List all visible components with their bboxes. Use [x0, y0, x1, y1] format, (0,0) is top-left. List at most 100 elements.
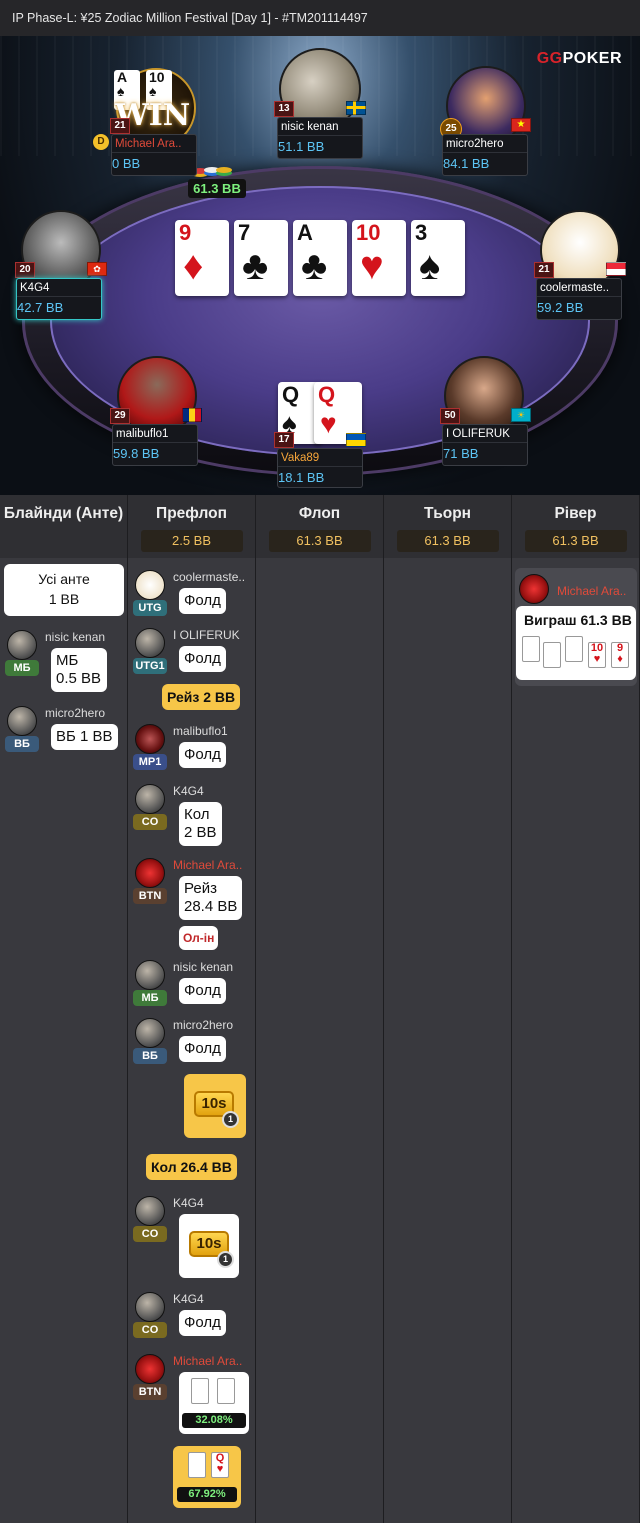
pot-chips-icon	[192, 167, 232, 177]
oliferuk-stack: 71 BB	[443, 446, 479, 461]
mp1-position-badge: MP1	[133, 754, 167, 770]
preflop-column: UTG coolermaste.. Фолд UTG1 I OLIFERUK Ф…	[128, 558, 256, 1523]
hand-history: Блайнди (Анте) Префлоп 2.5 BB Флоп 61.3 BB…	[0, 495, 640, 1523]
board-card-1: 9 ♦	[175, 220, 229, 296]
co-action: Кол 2 BB	[179, 802, 222, 846]
pot-amount: 61.3 BB	[188, 179, 246, 198]
oliferuk-nameplate: I OLIFERUK 71 BB	[442, 424, 528, 466]
community-cards: 9 ♦ 7 ♣ A ♣ 10 ♥ 3 ♠	[175, 220, 465, 296]
club-suit-icon: ♣	[242, 244, 269, 288]
btn-position-badge: BTN	[133, 888, 167, 904]
oliferuk-level: 50	[440, 408, 460, 424]
sb-player-name-preflop: nisic kenan	[173, 960, 234, 974]
co-avatar-3	[135, 1292, 165, 1322]
michael-stack: 0 BB	[112, 156, 141, 171]
diamond-suit-icon: ♦	[183, 244, 204, 288]
btn-player-name: Michael Ara..	[173, 858, 243, 872]
river-card-5: 9 ♦	[611, 642, 629, 668]
sb-position-badge: МБ	[5, 660, 39, 676]
ukraine-flag-icon	[346, 433, 366, 447]
column-turn-header: Тьорн 61.3 BB	[384, 495, 512, 558]
bb-player-name: micro2hero	[45, 706, 106, 720]
vaka-nameplate: Vaka89 18.1 BB	[277, 448, 363, 488]
ante-bubble: Усі анте 1 BB	[4, 564, 124, 616]
column-blinds-header: Блайнди (Анте)	[0, 495, 128, 558]
oliferuk-name: I OLIFERUK	[443, 425, 527, 443]
time-bank-count: 1	[222, 1111, 239, 1128]
hero-raise-action: Рейз 2 BB	[162, 684, 241, 710]
k4g4-name: K4G4	[17, 279, 101, 297]
hero-showdown-card-1: Q ♠	[188, 1452, 206, 1478]
vaka-level: 17	[274, 432, 294, 448]
malibuflo1-stack: 59.8 BB	[113, 446, 160, 461]
winner-amount: Виграш 61.3 BB	[524, 612, 632, 628]
co-fold-action: Фолд	[179, 1310, 226, 1336]
k4g4-stack: 42.7 BB	[17, 300, 64, 315]
spade-suit-icon: ♠	[419, 244, 441, 288]
utg1-player-name: I OLIFERUK	[173, 628, 240, 642]
coolermaste-level: 21	[534, 262, 554, 278]
dealer-button-icon: D	[93, 134, 109, 150]
btn-player-name-2: Michael Ara..	[173, 1354, 243, 1368]
vaka-name: Vaka89	[278, 449, 362, 467]
hong-kong-flag-icon: ✿	[87, 262, 107, 276]
co-player-name: K4G4	[173, 784, 204, 798]
bb-player-name-preflop: micro2hero	[173, 1018, 234, 1032]
utg1-avatar	[135, 628, 165, 658]
river-card-3: 10 ♠	[565, 636, 583, 662]
sb-player-name: nisic kenan	[45, 630, 106, 644]
heart-suit-icon: ♥	[360, 244, 384, 288]
heart-suit-icon: ♥	[320, 408, 337, 439]
co-position-badge-3: CO	[133, 1322, 167, 1338]
bb-avatar	[7, 706, 37, 736]
micro2hero-stack: 84.1 BB	[443, 156, 490, 171]
ggpoker-logo: GGPOKER	[536, 50, 622, 67]
btn-position-badge-2: BTN	[133, 1384, 167, 1400]
btn-showdown-card-2: 10 ♠	[217, 1378, 235, 1404]
nisic-level: 13	[274, 101, 294, 117]
btn-equity: 32.08%	[182, 1413, 246, 1428]
michael-nameplate: Michael Ara.. 0 BB	[111, 134, 197, 176]
michael-name: Michael Ara..	[112, 135, 196, 153]
hero-equity: 67.92%	[177, 1487, 237, 1502]
hero-call-action: Кол 26.4 BB	[146, 1154, 237, 1180]
vietnam-flag-icon: ★	[511, 118, 531, 132]
bb-action: ВБ 1 BB	[51, 724, 118, 750]
mp1-action: Фолд	[179, 742, 226, 768]
column-flop-header: Флоп 61.3 BB	[256, 495, 384, 558]
column-river-header: Рівер 61.3 BB	[512, 495, 640, 558]
utg-action: Фолд	[179, 588, 226, 614]
blinds-column: Усі анте 1 BB МБ nisic kenan МБ 0.5 BB ВБ …	[0, 558, 128, 1523]
bb-position-badge: ВБ	[5, 736, 39, 752]
river-card-2: A ♣	[543, 642, 561, 668]
winner-name: Michael Ara..	[557, 584, 627, 598]
malibuflo1-nameplate: malibuflo1 59.8 BB	[112, 424, 198, 466]
tournament-title-bar: IP Phase-L: ¥25 Zodiac Million Festival …	[0, 0, 640, 36]
time-bank-count-2: 1	[217, 1251, 234, 1268]
utg1-position-badge: UTG1	[133, 658, 167, 674]
btn-avatar	[135, 858, 165, 888]
k4g4-nameplate: K4G4 42.7 BB	[16, 278, 102, 320]
poker-table-view: GGPOKER 61.3 BB 9 ♦ 7 ♣ A ♣ 10 ♥ 3 ♠ A ♠ 10 ♠ W…	[0, 36, 640, 495]
malibuflo1-name: malibuflo1	[113, 425, 197, 443]
utg1-action: Фолд	[179, 646, 226, 672]
micro2hero-name: micro2hero	[443, 135, 527, 153]
co-avatar	[135, 784, 165, 814]
kazakhstan-flag-icon: ☀	[511, 408, 531, 422]
btn-showdown-card-1: A ♠	[191, 1378, 209, 1404]
river-column: Michael Ara.. Виграш 61.3 BB A ♠ A ♣ 10 ♠ 1…	[512, 558, 640, 1523]
tournament-title: IP Phase-L: ¥25 Zodiac Million Festival …	[12, 11, 368, 25]
mp1-avatar	[135, 724, 165, 754]
hero-showdown-card-2: Q ♥	[211, 1452, 229, 1478]
micro2hero-nameplate: micro2hero 84.1 BB	[442, 134, 528, 176]
coolermaste-stack: 59.2 BB	[537, 300, 584, 315]
vaka-stack: 18.1 BB	[278, 470, 325, 485]
nisic-nameplate: nisic kenan 51.1 BB	[277, 117, 363, 159]
utg-position-badge: UTG	[133, 600, 167, 616]
flop-column	[256, 558, 384, 1523]
singapore-flag-icon	[606, 262, 626, 276]
river-card-4: 10 ♥	[588, 642, 606, 668]
btn-action: Рейз 28.4 BB	[179, 876, 243, 920]
all-in-badge: Ол-ін	[179, 926, 219, 950]
co-player-name-2: K4G4	[173, 1196, 204, 1210]
